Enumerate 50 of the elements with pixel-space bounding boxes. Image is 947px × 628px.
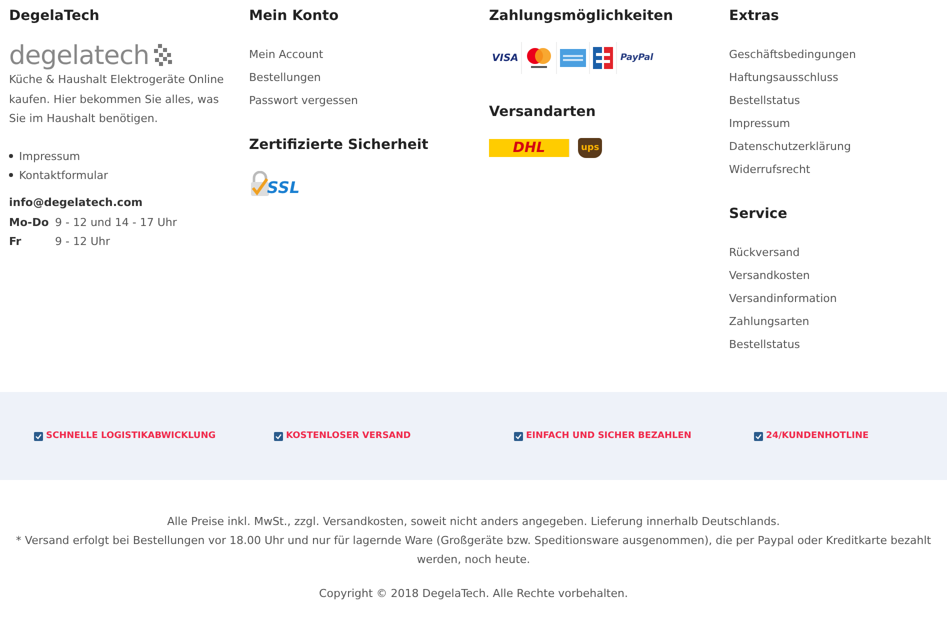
dhl-logo: DHL	[489, 139, 570, 157]
checkbox-icon	[34, 432, 43, 440]
days-label: Fr	[9, 234, 22, 250]
footer-link[interactable]: Passwort vergessen	[249, 92, 358, 109]
days-label: Mo-Do	[9, 214, 50, 230]
ups-logo: ups	[578, 138, 602, 158]
footer-link[interactable]: Geschäftsbedingungen	[729, 46, 856, 63]
column-heading: Zahlungsmöglichkeiten	[489, 8, 674, 24]
checkbox-icon	[274, 432, 283, 440]
email-address: info@degelatech.com	[9, 194, 143, 210]
bullet-icon	[9, 173, 13, 177]
card-logo-icon	[557, 42, 590, 74]
column-heading: Versandarten	[489, 104, 596, 120]
checkbox-icon	[754, 432, 763, 440]
opening-hours: 9 - 12 und 14 - 17 Uhr	[55, 214, 177, 230]
footer-link[interactable]: Zahlungsarten	[729, 313, 810, 330]
footer-link[interactable]: Impressum	[19, 146, 80, 166]
ec-card-icon	[590, 42, 618, 74]
feature-label: 24/KUNDENHOTLINE	[766, 431, 869, 441]
footer-link[interactable]: Versandinformation	[729, 290, 837, 307]
checkbox-icon	[514, 432, 523, 440]
footer-link[interactable]: Bestellungen	[249, 69, 321, 86]
footer-link[interactable]: Widerrufsrecht	[729, 161, 810, 178]
column-heading: DegelaTech	[9, 8, 100, 24]
feature-label: KOSTENLOSER VERSAND	[286, 431, 411, 441]
column-heading: Mein Konto	[249, 8, 339, 24]
footer-link[interactable]: Bestellstatus	[729, 92, 800, 109]
footer-link[interactable]: Bestellstatus	[729, 336, 800, 353]
ssl-badge: SSL	[249, 171, 300, 197]
footer-link[interactable]: Versandkosten	[729, 267, 810, 284]
footer-link[interactable]: Kontaktformular	[19, 166, 108, 184]
feature-label: SCHNELLE LOGISTIKABWICKLUNG	[46, 431, 216, 441]
footer-link[interactable]: Rückversand	[729, 244, 800, 261]
column-heading: Extras	[729, 8, 779, 24]
description: Küche & Haushalt Elektrogeräte Online kaufen. Hier bekommen Sie alles, was Sie im Haushalt benötigen.	[9, 72, 224, 127]
column-heading: Service	[729, 206, 788, 222]
bullet-icon	[9, 154, 13, 158]
legal-note: Alle Preise inkl. MwSt., zzgl. Versandkosten, soweit nicht anders angegeben. Lieferung innerhalb Deutschlands.	[166, 514, 781, 530]
column-heading: Zertifizierte Sicherheit	[249, 137, 428, 153]
copyright: Copyright © 2018 DegelaTech. Alle Rechte vorbehalten.	[318, 587, 629, 600]
feature-label: EINFACH UND SICHER BEZAHLEN	[526, 431, 692, 441]
footer-link[interactable]: Impressum	[729, 115, 790, 132]
visa-logo: VISA	[489, 42, 522, 74]
footer-link[interactable]: Haftungsausschluss	[729, 69, 838, 86]
footer-link[interactable]: Mein Account	[249, 46, 324, 63]
logo[interactable]: degelatech	[9, 42, 150, 70]
legal-note: * Versand erfolgt bei Bestellungen vor 18.00 Uhr und nur für lagernde Ware (Großgeräte bzw. Speditionsware ausgenommen), die per Paypal oder Kreditkarte bezahlt werden, noch heute.	[14, 533, 932, 568]
opening-hours: 9 - 12 Uhr	[55, 234, 110, 250]
footer-link[interactable]: Datenschutzerklärung	[729, 138, 851, 155]
paypal-logo: PayPal	[619, 52, 654, 65]
